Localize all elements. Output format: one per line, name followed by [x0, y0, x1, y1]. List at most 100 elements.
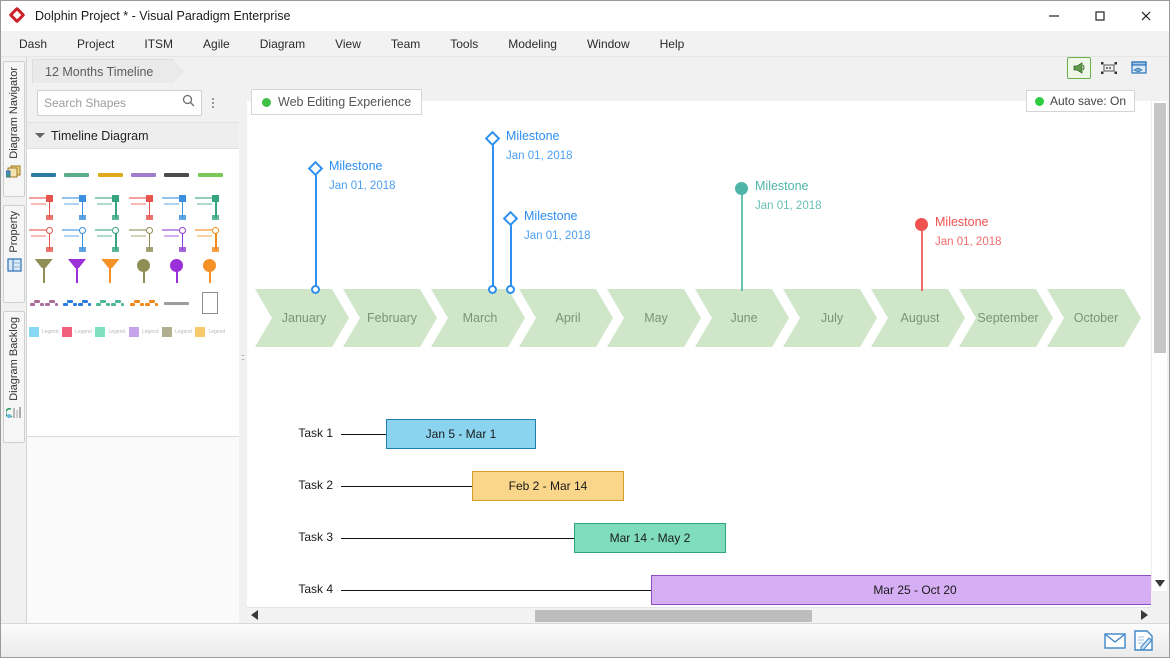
- shape-milestone-orange[interactable]: [194, 223, 227, 255]
- menu-item-diagram[interactable]: Diagram: [254, 31, 311, 57]
- menu-item-dash[interactable]: Dash: [13, 31, 53, 57]
- shape-wave-orange[interactable]: [127, 287, 160, 319]
- shape-pin-orange-round[interactable]: [194, 255, 227, 287]
- shape-divider-gray[interactable]: [160, 287, 193, 319]
- tab-12-months-timeline[interactable]: 12 Months Timeline: [32, 59, 185, 84]
- task-bar[interactable]: Feb 2 - Mar 14: [472, 471, 624, 501]
- rail-tab-diagram-backlog[interactable]: Diagram Backlog: [3, 311, 25, 443]
- task-bar-label: Jan 5 - Mar 1: [425, 427, 497, 441]
- task-label: Task 4: [298, 582, 333, 596]
- vertical-scroll-thumb[interactable]: [1154, 103, 1166, 353]
- month-chevron-september[interactable]: September: [959, 289, 1053, 347]
- shape-milestone-blue-circle[interactable]: [60, 223, 93, 255]
- menu-item-itsm[interactable]: ITSM: [138, 31, 179, 57]
- shape-milestone-olive[interactable]: [127, 223, 160, 255]
- panel-splitter[interactable]: ::: [239, 83, 247, 623]
- task-bar[interactable]: Jan 5 - Mar 1: [386, 419, 536, 449]
- shape-legend-khaki[interactable]: Legend: [160, 319, 193, 345]
- shape-milestone-violet[interactable]: [160, 223, 193, 255]
- shape-pin-orange[interactable]: [94, 255, 127, 287]
- month-chevron-may[interactable]: May: [607, 289, 701, 347]
- autosave-badge[interactable]: Auto save: On: [1025, 90, 1135, 112]
- shape-wave-teal[interactable]: [94, 287, 127, 319]
- application-window: Dolphin Project * - Visual Paradigm Ente…: [0, 0, 1170, 658]
- shape-legend-mint[interactable]: Legend: [94, 319, 127, 345]
- shape-milestone-blue-square[interactable]: [60, 191, 93, 223]
- close-button[interactable]: [1123, 1, 1169, 31]
- shape-section-header[interactable]: Timeline Diagram: [27, 123, 239, 149]
- shape-milestone-green-circle[interactable]: [94, 223, 127, 255]
- shape-legend-pink[interactable]: Legend: [60, 319, 93, 345]
- broadcast-icon[interactable]: [1067, 57, 1091, 79]
- shape-bar-lime[interactable]: [194, 159, 227, 191]
- month-chevron-january[interactable]: January: [255, 289, 349, 347]
- month-chevron-july[interactable]: July: [783, 289, 877, 347]
- search-placeholder: Search Shapes: [44, 95, 127, 110]
- layers-icon[interactable]: [1127, 57, 1151, 79]
- shape-row: [27, 223, 239, 255]
- shape-bar-dark[interactable]: [160, 159, 193, 191]
- shape-bar-purple[interactable]: [127, 159, 160, 191]
- shape-bar-amber[interactable]: [94, 159, 127, 191]
- horizontal-scroll-thumb[interactable]: [535, 610, 812, 622]
- legend-label: Legend: [75, 329, 92, 335]
- minimize-button[interactable]: [1031, 1, 1077, 31]
- shape-milestone-green-square-2[interactable]: [194, 191, 227, 223]
- menu-item-project[interactable]: Project: [71, 31, 120, 57]
- shape-bar-green[interactable]: [60, 159, 93, 191]
- shape-wave-blue[interactable]: [60, 287, 93, 319]
- month-chevron-march[interactable]: March: [431, 289, 525, 347]
- menu-item-window[interactable]: Window: [581, 31, 636, 57]
- vertical-scrollbar[interactable]: [1151, 101, 1167, 591]
- message-icon[interactable]: [1101, 628, 1129, 654]
- shape-milestone-red-square-2[interactable]: [127, 191, 160, 223]
- note-icon[interactable]: [1129, 628, 1157, 654]
- menu-item-team[interactable]: Team: [385, 31, 426, 57]
- task-connector-line: [341, 590, 651, 591]
- month-chevron-october[interactable]: October: [1047, 289, 1141, 347]
- timeline-diagram-canvas[interactable]: January February March April May June July Augu…: [247, 101, 1151, 607]
- kebab-menu-icon[interactable]: [205, 97, 221, 108]
- shape-wave-mauve[interactable]: [27, 287, 60, 319]
- menu-item-tools[interactable]: Tools: [444, 31, 484, 57]
- task-bar[interactable]: Mar 14 - May 2: [574, 523, 726, 553]
- diagram-name-badge[interactable]: Web Editing Experience: [251, 89, 423, 115]
- menu-item-agile[interactable]: Agile: [197, 31, 236, 57]
- milestone-stem: [741, 189, 743, 291]
- milestone-circle-icon: [735, 182, 748, 195]
- shape-bar-blue[interactable]: [27, 159, 60, 191]
- search-input[interactable]: Search Shapes: [37, 89, 202, 116]
- shape-legend-purple[interactable]: Legend: [127, 319, 160, 345]
- scroll-right-button[interactable]: [1137, 608, 1151, 624]
- canvas-toolbar: [1067, 57, 1151, 79]
- shape-pin-violet-round[interactable]: [160, 255, 193, 287]
- milestone-stem: [492, 139, 494, 291]
- shape-pin-olive[interactable]: [27, 255, 60, 287]
- shape-legend-amber[interactable]: Legend: [194, 319, 227, 345]
- menu-item-view[interactable]: View: [329, 31, 367, 57]
- shape-milestone-red-square[interactable]: [27, 191, 60, 223]
- scroll-left-button[interactable]: [247, 608, 261, 624]
- rail-tab-diagram-navigator[interactable]: Diagram Navigator: [3, 61, 25, 197]
- menu-item-modeling[interactable]: Modeling: [502, 31, 563, 57]
- horizontal-scrollbar[interactable]: [247, 607, 1151, 623]
- task-label: Task 2: [298, 478, 333, 492]
- month-chevron-august[interactable]: August: [871, 289, 965, 347]
- legend-label: Legend: [141, 329, 159, 335]
- scroll-down-button[interactable]: [1152, 575, 1168, 591]
- month-chevron-february[interactable]: February: [343, 289, 437, 347]
- task-bar[interactable]: Mar 25 - Oct 20: [651, 575, 1151, 605]
- shape-legend-blue[interactable]: Legend: [27, 319, 60, 345]
- shape-milestone-red-circle[interactable]: [27, 223, 60, 255]
- menu-item-help[interactable]: Help: [654, 31, 691, 57]
- shape-pin-olive-round[interactable]: [127, 255, 160, 287]
- maximize-button[interactable]: [1077, 1, 1123, 31]
- fit-selection-icon[interactable]: [1097, 57, 1121, 79]
- rail-tab-property[interactable]: Property: [3, 205, 25, 303]
- shape-pin-violet[interactable]: [60, 255, 93, 287]
- month-chevron-june[interactable]: June: [695, 289, 789, 347]
- shape-milestone-blue-square-2[interactable]: [160, 191, 193, 223]
- shape-milestone-green-square[interactable]: [94, 191, 127, 223]
- month-chevron-april[interactable]: April: [519, 289, 613, 347]
- shape-note-shape[interactable]: [194, 287, 227, 319]
